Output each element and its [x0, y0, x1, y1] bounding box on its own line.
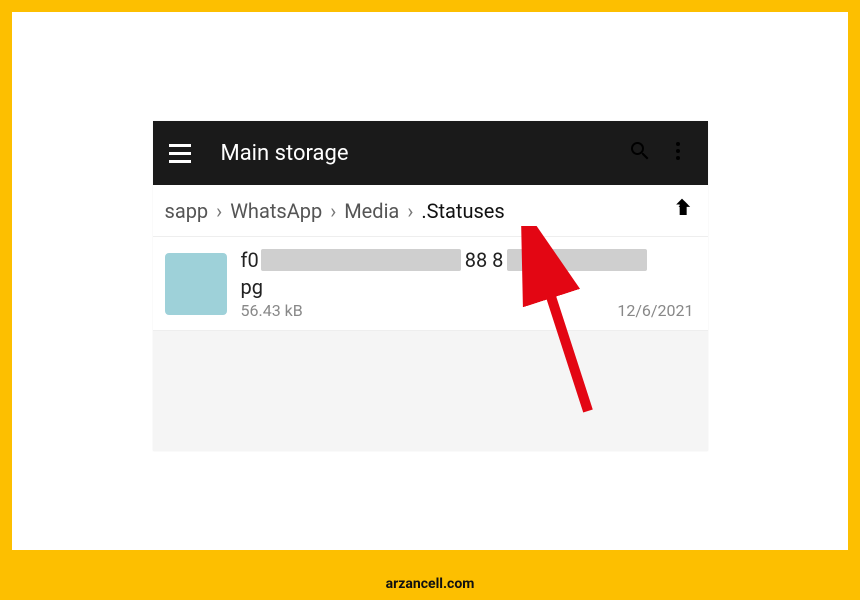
redacted-segment: [261, 249, 461, 271]
breadcrumb-item-current: .Statuses: [421, 199, 504, 223]
file-name: f0 88 8: [241, 247, 694, 273]
file-manager-screen: Main storage sapp › WhatsApp › Media › .…: [153, 121, 708, 451]
redacted-segment: [507, 249, 647, 271]
breadcrumb-item[interactable]: WhatsApp: [230, 199, 322, 223]
watermark: arzancell.com: [386, 576, 475, 592]
breadcrumb-item[interactable]: sapp: [165, 199, 209, 223]
chevron-right-icon: ›: [330, 199, 336, 223]
file-thumbnail: [165, 253, 227, 315]
file-extension: pg: [241, 275, 694, 299]
file-row[interactable]: f0 88 8 pg 56.43 kB 12/6/2021: [153, 237, 708, 331]
breadcrumb: sapp › WhatsApp › Media › .Statuses: [153, 185, 708, 237]
inner-frame: Main storage sapp › WhatsApp › Media › .…: [12, 12, 848, 550]
breadcrumb-path[interactable]: sapp › WhatsApp › Media › .Statuses: [165, 199, 660, 223]
app-title: Main storage: [221, 141, 610, 166]
breadcrumb-item[interactable]: Media: [344, 199, 399, 223]
file-date: 12/6/2021: [617, 301, 693, 320]
chevron-right-icon: ›: [216, 199, 222, 223]
outer-frame: Main storage sapp › WhatsApp › Media › .…: [0, 0, 860, 600]
app-bar: Main storage: [153, 121, 708, 185]
file-info: f0 88 8 pg 56.43 kB 12/6/2021: [241, 247, 694, 320]
file-name-prefix: f0: [241, 248, 259, 272]
file-name-mid: 88 8: [465, 248, 504, 272]
chevron-right-icon: ›: [407, 199, 413, 223]
more-icon[interactable]: [666, 139, 690, 167]
search-icon[interactable]: [628, 139, 652, 167]
menu-icon[interactable]: [169, 141, 193, 165]
file-list: f0 88 8 pg 56.43 kB 12/6/2021: [153, 237, 708, 331]
file-size: 56.43 kB: [241, 301, 303, 320]
up-icon[interactable]: [668, 194, 696, 227]
